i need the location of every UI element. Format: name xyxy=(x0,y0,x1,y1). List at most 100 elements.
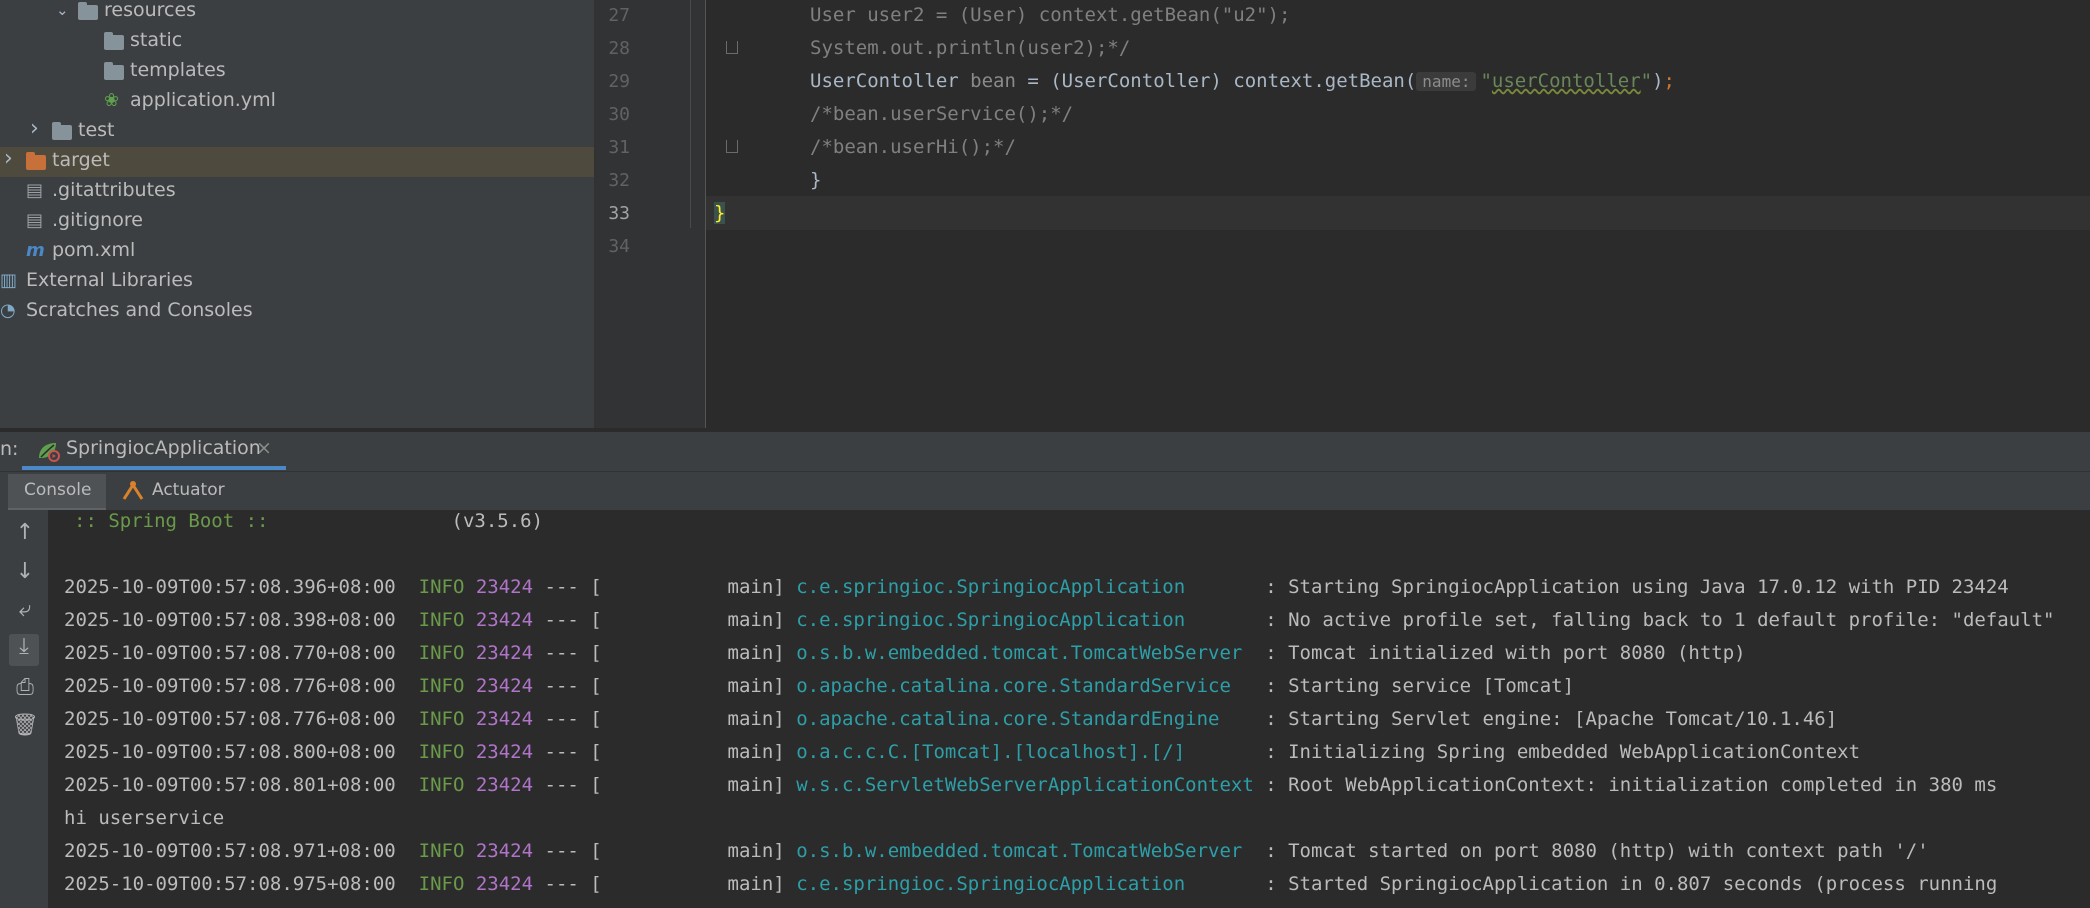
log-separator: --- [ xyxy=(544,708,602,730)
log-pid: 23424 xyxy=(475,675,534,697)
print-icon[interactable]: ⎙ xyxy=(10,675,40,700)
log-message: : Starting service [Tomcat] xyxy=(1265,675,1575,697)
log-level: INFO xyxy=(418,741,465,763)
tree-item[interactable]: ❀ application.yml xyxy=(0,87,594,117)
soft-wrap-icon[interactable]: ⤶ xyxy=(10,597,40,622)
tree-item[interactable]: templates xyxy=(0,57,594,87)
log-pid: 23424 xyxy=(475,576,534,598)
arrow-down-icon[interactable]: ↓ xyxy=(10,559,40,584)
log-thread: main] xyxy=(727,609,785,631)
banner-version: (v3.5.6) xyxy=(451,510,544,532)
tree-item-label: application.yml xyxy=(130,89,276,111)
file-icon: ▤ xyxy=(26,180,44,201)
log-timestamp: 2025-10-09T00:57:08.975+08:00 xyxy=(64,873,396,895)
log-separator: --- [ xyxy=(544,576,602,598)
code-string-quote: " xyxy=(1480,70,1492,92)
log-logger: o.s.b.w.embedded.tomcat.TomcatWebServer xyxy=(796,642,1243,664)
chevron-right-icon[interactable]: › xyxy=(30,116,39,141)
trash-icon[interactable]: 🗑 xyxy=(10,713,40,738)
tree-item-label: External Libraries xyxy=(26,269,193,291)
tree-item[interactable]: ⌄ resources xyxy=(0,0,594,27)
log-logger: w.s.c.ServletWebServerApplicationContext xyxy=(796,774,1254,796)
log-logger: c.e.springioc.SpringiocApplication xyxy=(796,576,1186,598)
log-separator: --- [ xyxy=(544,609,602,631)
log-thread: main] xyxy=(727,873,785,895)
code-line-30[interactable]: /*bean.userService();*/ xyxy=(810,103,1073,125)
log-message: : Initializing Spring embedded WebApplic… xyxy=(1265,741,1861,763)
tree-item-label: test xyxy=(78,119,115,141)
log-timestamp: 2025-10-09T00:57:08.971+08:00 xyxy=(64,840,396,862)
log-pid: 23424 xyxy=(475,741,534,763)
log-separator: --- [ xyxy=(544,675,602,697)
log-message: : No active profile set, falling back to… xyxy=(1265,609,2055,631)
log-pid: 23424 xyxy=(475,708,534,730)
log-pid: 23424 xyxy=(475,642,534,664)
folder-icon xyxy=(78,2,98,20)
matched-brace: } xyxy=(714,202,726,224)
chevron-down-icon[interactable]: ⌄ xyxy=(56,1,69,19)
log-line: 2025-10-09T00:57:08.396+08:00 INFO 23424… xyxy=(64,576,2009,598)
run-subtabs xyxy=(0,471,2090,511)
tree-item[interactable]: ▥ External Libraries xyxy=(0,267,594,297)
log-level: INFO xyxy=(418,609,465,631)
log-timestamp: 2025-10-09T00:57:08.776+08:00 xyxy=(64,708,396,730)
close-tab-icon[interactable]: × xyxy=(256,437,272,459)
log-line: 2025-10-09T00:57:08.800+08:00 INFO 23424… xyxy=(64,741,1860,763)
tree-item[interactable]: › target xyxy=(0,146,594,177)
log-line: 2025-10-09T00:57:08.971+08:00 INFO 23424… xyxy=(64,840,1929,862)
fold-marker-icon[interactable] xyxy=(726,140,738,153)
log-separator: --- [ xyxy=(544,840,602,862)
code-line-29[interactable]: UserContoller bean = (UserContoller) con… xyxy=(810,70,1675,92)
log-level: INFO xyxy=(418,642,465,664)
fold-marker-icon[interactable] xyxy=(726,41,738,54)
log-line: hi userservice xyxy=(64,807,224,829)
spring-run-icon xyxy=(36,440,60,462)
tree-item[interactable]: › test xyxy=(0,116,594,147)
tree-item[interactable]: ◔ Scratches and Consoles xyxy=(0,297,594,327)
code-comment: User user2 = (User) context.getBean("u2"… xyxy=(810,4,1291,26)
log-level: INFO xyxy=(418,840,465,862)
line-number: 28 xyxy=(608,38,630,59)
folder-icon xyxy=(104,62,124,80)
line-number: 34 xyxy=(608,236,630,257)
scratches-icon: ◔ xyxy=(0,300,16,321)
arrow-up-icon[interactable]: ↑ xyxy=(10,520,40,545)
tree-item[interactable]: static xyxy=(0,27,594,57)
tab-console-label: Console xyxy=(24,480,92,500)
log-level: INFO xyxy=(418,708,465,730)
scroll-to-end-icon[interactable]: ⤓ xyxy=(9,634,39,666)
run-label: n: xyxy=(0,438,19,460)
log-timestamp: 2025-10-09T00:57:08.776+08:00 xyxy=(64,675,396,697)
tree-item[interactable]: m pom.xml xyxy=(0,237,594,267)
log-message: : Starting SpringiocApplication using Ja… xyxy=(1265,576,2009,598)
current-line-highlight xyxy=(706,196,2090,230)
log-message: : Starting Servlet engine: [Apache Tomca… xyxy=(1265,708,1838,730)
tree-item-label: templates xyxy=(130,59,226,81)
code-line-31[interactable]: /*bean.userHi();*/ xyxy=(810,136,1016,158)
banner-text: :: Spring Boot :: xyxy=(74,510,269,532)
log-logger: o.s.b.w.embedded.tomcat.TomcatWebServer xyxy=(796,840,1243,862)
chevron-right-icon[interactable]: › xyxy=(4,146,13,171)
log-timestamp: 2025-10-09T00:57:08.396+08:00 xyxy=(64,576,396,598)
log-message: : Started SpringiocApplication in 0.807 … xyxy=(1265,873,1998,895)
code-expr: = (UserContoller) context.getBean( xyxy=(1015,70,1417,92)
folder-icon xyxy=(26,152,46,170)
tree-item[interactable]: ▤ .gitattributes xyxy=(0,177,594,207)
maven-icon: m xyxy=(26,240,45,261)
code-type: UserContoller xyxy=(810,70,971,92)
tree-item-label: static xyxy=(130,29,183,51)
log-pid: 23424 xyxy=(475,873,534,895)
code-line-33[interactable]: } xyxy=(714,202,726,224)
code-line-32[interactable]: } xyxy=(810,169,821,191)
log-thread: main] xyxy=(727,642,785,664)
actuator-icon xyxy=(122,479,144,501)
tab-actuator[interactable]: Actuator xyxy=(152,480,225,500)
log-thread: main] xyxy=(727,774,785,796)
run-tab-label[interactable]: SpringiocApplication xyxy=(66,437,261,459)
tree-item[interactable]: ▤ .gitignore xyxy=(0,207,594,237)
log-logger: o.apache.catalina.core.StandardEngine xyxy=(796,708,1220,730)
line-number: 32 xyxy=(608,170,630,191)
code-line-27[interactable]: User user2 = (User) context.getBean("u2"… xyxy=(810,4,1290,26)
code-line-28[interactable]: System.out.println(user2);*/ xyxy=(810,37,1130,59)
log-line: 2025-10-09T00:57:08.975+08:00 INFO 23424… xyxy=(64,873,1997,895)
